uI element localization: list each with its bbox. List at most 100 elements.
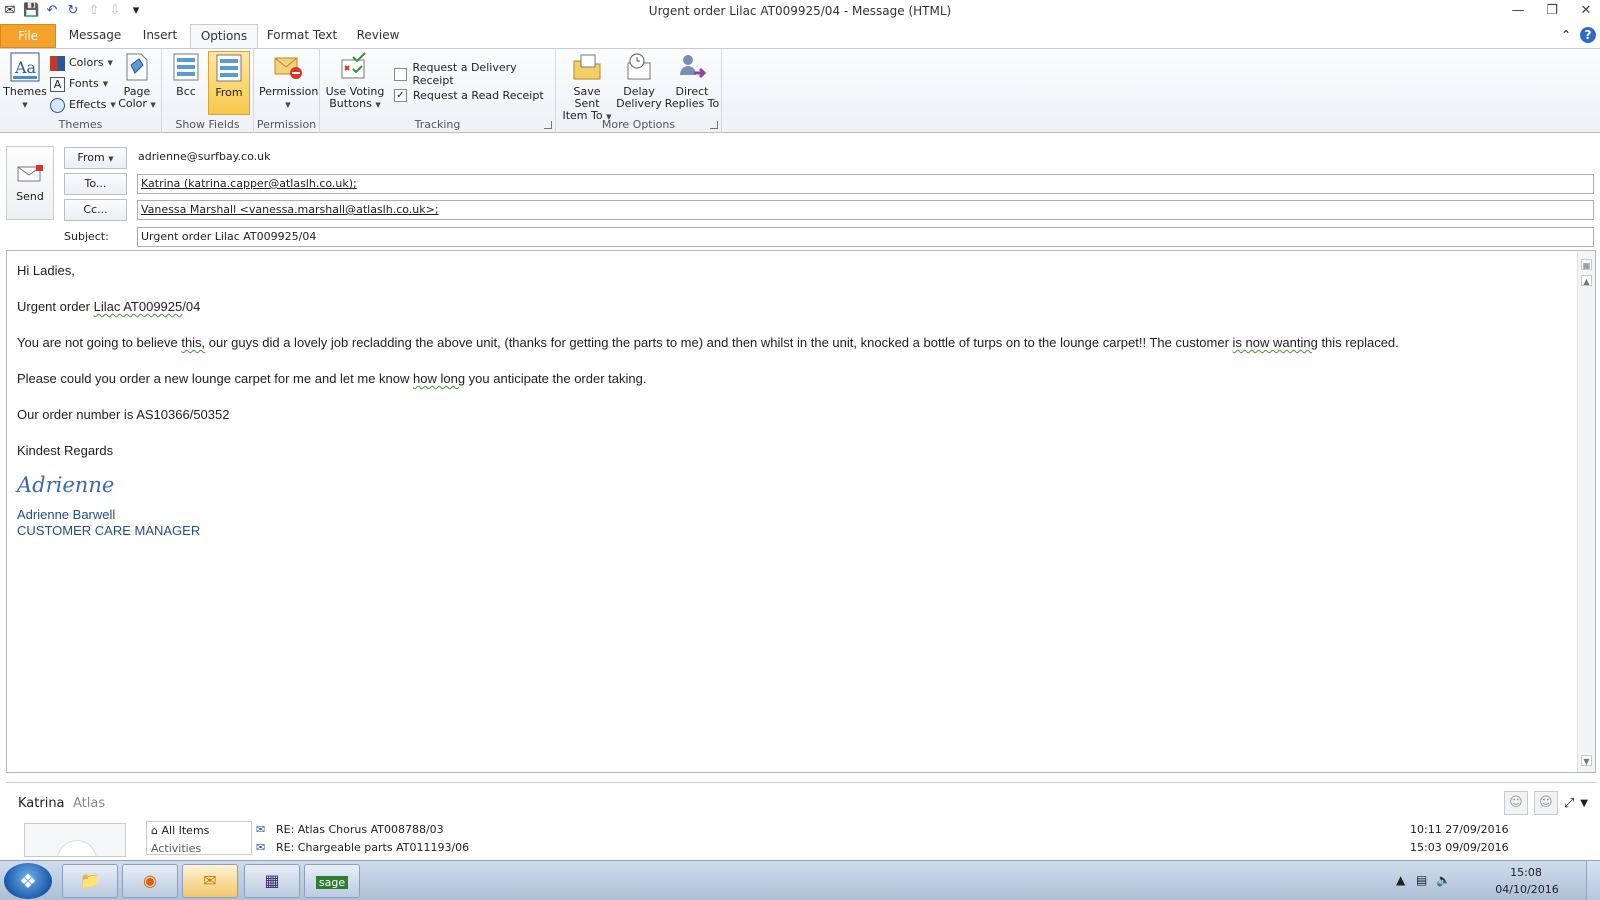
scroll-down-icon[interactable]: ▼ <box>1581 755 1592 766</box>
tab-review[interactable]: Review <box>346 24 410 48</box>
message-body-text[interactable]: Hi Ladies, Urgent order Lilac AT009925/0… <box>17 263 1565 539</box>
effects-button[interactable]: Effects ▼ <box>50 95 116 115</box>
colors-button[interactable]: Colors ▼ <box>50 53 113 73</box>
system-tray: ▲ ▤ 🔈 15:08 04/10/2016 <box>1380 861 1600 900</box>
paragraph-1: You are not going to believe this, our g… <box>17 335 1399 350</box>
contact-photo-icon[interactable]: ☺ <box>1503 791 1528 815</box>
delay-delivery-icon <box>627 53 651 80</box>
body-scrollbar[interactable]: ▦ ▲ ▼ <box>1577 251 1595 772</box>
ribbon: Aa Themes ▼ Colors ▼ A Fonts ▼ Effects ▼ Pag… <box>0 48 1600 133</box>
permission-icon <box>274 57 302 79</box>
tracking-group-label: Tracking <box>414 118 461 131</box>
read-receipt-checkbox[interactable]: ✓ Request a Read Receipt <box>394 89 544 102</box>
windows-explorer-icon[interactable]: 📁 <box>62 864 118 898</box>
closing: Kindest Regards <box>17 443 114 458</box>
save-sent-icon <box>573 54 601 80</box>
tab-message[interactable]: Message <box>60 24 130 48</box>
help-icon[interactable]: ? <box>1580 27 1596 43</box>
delivery-receipt-box[interactable] <box>394 67 407 81</box>
page-color-icon <box>126 53 148 81</box>
list-item[interactable]: ✉ RE: Chargeable parts AT011193/06 15:03… <box>256 839 1576 857</box>
ribbon-tabs: File Message Insert Options Format Text … <box>0 24 1600 49</box>
people-pane: Katrina Atlas ⌂ All Items Activities ✉ R… <box>6 782 1596 857</box>
filter-all-items[interactable]: ⌂ All Items <box>147 822 251 840</box>
list-item[interactable]: ✉ RE: Atlas Chorus AT008788/03 10:11 27/… <box>256 821 1576 839</box>
delivery-receipt-checkbox[interactable]: Request a Delivery Receipt <box>394 61 555 87</box>
more-options-dialog-launcher-icon[interactable] <box>710 121 718 129</box>
colors-icon <box>50 55 65 71</box>
clock-date[interactable]: 04/10/2016 <box>1492 883 1562 896</box>
volume-icon[interactable]: 🔈 <box>1436 873 1451 887</box>
fonts-button[interactable]: A Fonts ▼ <box>50 74 108 94</box>
collapse-pane-icon[interactable]: ▼ <box>1580 798 1588 809</box>
title-bar: ✉ 💾 ↶ ↻ ⇧ ⇩ ▾ Urgent order Lilac AT00992… <box>0 0 1600 24</box>
paragraph-2: Please could you order a new lounge carp… <box>17 371 647 386</box>
tab-insert[interactable]: Insert <box>130 24 190 48</box>
contact-photo-2-icon[interactable]: ☺ <box>1533 791 1558 815</box>
svg-text:Aa: Aa <box>14 58 37 77</box>
restore-button[interactable]: ❐ <box>1542 1 1562 21</box>
show-fields-group-label: Show Fields <box>175 118 240 131</box>
start-button[interactable]: ❖ <box>4 863 52 899</box>
minimize-button[interactable]: — <box>1508 1 1528 21</box>
show-fields-group: Bcc From Show Fields <box>162 49 254 133</box>
compose-header: Send From ▼ adrienne@surfbay.co.uk To...… <box>0 134 1600 250</box>
send-button[interactable]: Send <box>6 146 54 220</box>
from-dropdown-button[interactable]: From ▼ <box>64 147 127 169</box>
delay-delivery-button[interactable]: Delay Delivery <box>616 51 662 115</box>
taskbar: ❖ 📁 ◉ ✉ ▦ sage ▲ ▤ 🔈 15:08 04/10/2016 <box>0 860 1600 900</box>
themes-group: Aa Themes ▼ Colors ▼ A Fonts ▼ Effects ▼ Pag… <box>0 49 162 133</box>
effects-icon <box>50 97 65 113</box>
permission-group-label: Permission <box>256 118 317 131</box>
close-button[interactable]: ✕ <box>1576 1 1596 21</box>
cc-recipient[interactable]: Vanessa Marshall <vanessa.marshall@atlas… <box>141 203 439 216</box>
show-desktop-button[interactable] <box>1586 861 1600 900</box>
tracking-dialog-launcher-icon[interactable] <box>544 121 552 129</box>
cc-button[interactable]: Cc... <box>64 199 127 221</box>
tab-options[interactable]: Options <box>190 24 258 49</box>
to-field[interactable]: Katrina (katrina.capper@atlaslh.co.uk); <box>137 174 1594 194</box>
from-field-button[interactable]: From <box>208 51 250 115</box>
permission-button[interactable]: Permission ▼ <box>259 51 318 115</box>
direct-replies-button[interactable]: Direct Replies To <box>664 51 720 115</box>
ruler-toggle-icon[interactable]: ▦ <box>1581 259 1592 270</box>
contact-photo <box>24 823 126 857</box>
minimize-ribbon-icon[interactable]: ⌃ <box>1558 27 1574 43</box>
read-receipt-box[interactable]: ✓ <box>394 89 407 102</box>
voting-icon <box>341 52 366 79</box>
mail-icon: ✉ <box>256 841 266 854</box>
expand-pane-icon[interactable]: ⤢ <box>1564 796 1574 811</box>
order-line: Urgent order Lilac AT009925/04 <box>17 299 201 314</box>
themes-button[interactable]: Aa Themes ▼ <box>3 51 47 115</box>
filter-activities[interactable]: Activities <box>147 840 251 858</box>
sage-icon[interactable]: sage <box>304 864 360 898</box>
signature-title: CUSTOMER CARE MANAGER <box>17 523 201 538</box>
tab-file[interactable]: File <box>0 24 56 48</box>
from-address: adrienne@surfbay.co.uk <box>138 150 271 163</box>
direct-replies-icon <box>680 55 707 79</box>
calendar-app-icon[interactable]: ▦ <box>244 864 300 898</box>
subject-field[interactable]: Urgent order Lilac AT009925/04 <box>137 227 1594 247</box>
scroll-up-icon[interactable]: ▲ <box>1581 275 1592 286</box>
clock-time[interactable]: 15:08 <box>1496 866 1556 879</box>
signature-script: Adrienne <box>17 473 115 497</box>
tracking-group: Use Voting Buttons ▼ Request a Delivery R… <box>320 49 556 133</box>
signature-name: Adrienne Barwell <box>17 507 116 522</box>
subject-label: Subject: <box>64 230 109 243</box>
save-sent-item-button[interactable]: Save Sent Item To ▼ <box>560 51 614 122</box>
home-icon: ⌂ <box>151 824 158 837</box>
network-icon[interactable]: ▤ <box>1416 873 1427 887</box>
tab-format-text[interactable]: Format Text <box>262 24 342 48</box>
page-color-button[interactable]: Page Color ▼ <box>116 51 158 115</box>
people-pane-name[interactable]: Katrina <box>18 796 65 811</box>
bcc-button[interactable]: Bcc <box>168 51 204 115</box>
themes-icon: Aa <box>10 52 40 82</box>
voting-buttons-button[interactable]: Use Voting Buttons ▼ <box>324 51 386 115</box>
cc-field[interactable]: Vanessa Marshall <vanessa.marshall@atlas… <box>137 200 1594 220</box>
to-button[interactable]: To... <box>64 173 127 195</box>
outlook-icon[interactable]: ✉ <box>182 864 238 898</box>
message-body[interactable]: Hi Ladies, Urgent order Lilac AT009925/0… <box>6 250 1596 773</box>
to-recipient[interactable]: Katrina (katrina.capper@atlaslh.co.uk); <box>141 177 357 190</box>
tray-expand-icon[interactable]: ▲ <box>1396 873 1405 887</box>
firefox-icon[interactable]: ◉ <box>122 864 178 898</box>
